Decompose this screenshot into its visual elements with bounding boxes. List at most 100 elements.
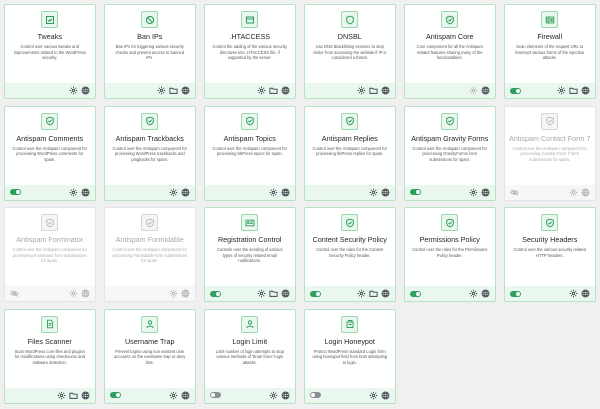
folder-icon[interactable] — [368, 289, 378, 298]
id-card-icon — [241, 214, 259, 231]
module-card[interactable]: Antispam Core Core component for all the … — [404, 4, 496, 99]
gear-icon[interactable] — [69, 188, 78, 197]
globe-icon[interactable] — [581, 289, 590, 298]
folder-icon[interactable] — [368, 86, 378, 95]
module-card[interactable]: Login Limit Limit number of login attempt… — [204, 308, 296, 404]
module-card[interactable]: Antispam Contact Form 7 Control over the … — [504, 105, 596, 201]
globe-icon[interactable] — [81, 391, 90, 400]
gear-icon[interactable] — [357, 86, 366, 95]
module-toggle[interactable] — [110, 392, 121, 398]
gear-icon[interactable] — [169, 391, 178, 400]
globe-icon[interactable] — [481, 289, 490, 298]
module-toggle[interactable] — [10, 189, 21, 195]
gear-icon[interactable] — [369, 391, 378, 400]
module-description: Limit number of login attempts to stop v… — [215, 348, 284, 365]
module-card[interactable]: .HTACCESS Control the adding of the vario… — [204, 4, 296, 99]
gear-icon[interactable] — [69, 86, 78, 95]
globe-icon[interactable] — [281, 188, 290, 197]
module-card[interactable]: Antispam Forminator Control over the Anti… — [4, 207, 96, 302]
folder-icon[interactable] — [268, 86, 278, 95]
module-description: Control over various tweaks and improvem… — [13, 44, 86, 61]
module-card[interactable]: DNSBL Use DNS Blacklisting services to st… — [304, 4, 396, 99]
module-card-body: Antispam Contact Form 7 Control over the … — [505, 107, 595, 185]
gear-icon[interactable] — [569, 289, 578, 298]
module-card[interactable]: Tweaks Control over various tweaks and im… — [4, 4, 96, 99]
module-toggle[interactable] — [410, 290, 421, 297]
module-card[interactable]: Username Trap Prevent logins using non ex… — [104, 308, 196, 404]
globe-icon[interactable] — [81, 289, 90, 298]
folder-icon[interactable] — [68, 391, 78, 400]
module-card[interactable]: Antispam Topics Control over the Antispam… — [204, 105, 296, 201]
module-footer — [105, 184, 195, 200]
gear-icon[interactable] — [57, 391, 66, 400]
gear-icon[interactable] — [257, 289, 266, 298]
gear-icon[interactable] — [469, 289, 478, 298]
globe-icon[interactable] — [381, 188, 390, 197]
module-card[interactable]: Files Scanner Scan WordPress core files a… — [4, 308, 96, 404]
module-toggle[interactable] — [310, 392, 321, 398]
gear-icon[interactable] — [269, 188, 278, 197]
module-footer — [205, 83, 295, 98]
module-toggle[interactable] — [510, 87, 521, 94]
module-title: Antispam Gravity Forms — [411, 133, 489, 143]
module-card[interactable]: Antispam Replies Control over the Antispa… — [304, 105, 396, 201]
module-toggle[interactable] — [210, 290, 221, 297]
module-title: Login Honeypot — [324, 336, 375, 346]
module-toggle[interactable] — [310, 290, 321, 297]
globe-icon[interactable] — [581, 86, 590, 95]
module-card[interactable]: Content Security Policy Control over the … — [304, 207, 396, 302]
globe-icon[interactable] — [381, 289, 390, 298]
folder-icon[interactable] — [268, 289, 278, 298]
gear-icon[interactable] — [557, 86, 566, 95]
gear-icon[interactable] — [569, 188, 578, 197]
globe-icon[interactable] — [281, 86, 290, 95]
globe-icon[interactable] — [281, 391, 290, 400]
module-footer — [505, 83, 595, 98]
module-toggle[interactable] — [510, 290, 521, 297]
gear-icon[interactable] — [269, 391, 278, 400]
gear-icon[interactable] — [357, 289, 366, 298]
module-footer — [305, 184, 395, 200]
gear-icon[interactable] — [69, 289, 78, 298]
module-footer — [105, 387, 195, 403]
gear-icon[interactable] — [469, 86, 478, 95]
module-card[interactable]: Ban IPs Ban IPs for triggering various se… — [104, 4, 196, 99]
globe-icon[interactable] — [81, 86, 90, 95]
module-card[interactable]: Firewall Scan elements of the request URL… — [504, 4, 596, 99]
gear-icon[interactable] — [157, 86, 166, 95]
globe-icon[interactable] — [81, 188, 90, 197]
globe-icon[interactable] — [181, 86, 190, 95]
globe-icon[interactable] — [481, 188, 490, 197]
globe-icon[interactable] — [181, 391, 190, 400]
module-card-body: Username Trap Prevent logins using non ex… — [105, 310, 195, 388]
gear-icon[interactable] — [169, 188, 178, 197]
module-toggle[interactable] — [410, 189, 421, 195]
module-toggle[interactable] — [210, 392, 221, 398]
gear-icon[interactable] — [257, 86, 266, 95]
shield-check-icon — [541, 214, 559, 231]
gear-icon[interactable] — [369, 188, 378, 197]
module-card[interactable]: Login Honeypot Protect WordPress standard… — [304, 308, 396, 404]
globe-icon[interactable] — [181, 188, 190, 197]
globe-icon[interactable] — [481, 86, 490, 95]
module-card[interactable]: Antispam Comments Control over the Antisp… — [4, 105, 96, 201]
shield-check-icon — [341, 112, 359, 130]
module-card-body: Security Headers Control over the various… — [505, 208, 595, 286]
globe-icon[interactable] — [181, 289, 190, 298]
module-footer — [505, 184, 595, 200]
module-card[interactable]: Antispam Gravity Forms Control over the A… — [404, 105, 496, 201]
module-card[interactable]: Antispam Formidable Control over the Anti… — [104, 207, 196, 302]
globe-icon[interactable] — [381, 86, 390, 95]
globe-icon[interactable] — [381, 391, 390, 400]
module-card[interactable]: Security Headers Control over the various… — [504, 207, 596, 302]
globe-icon[interactable] — [281, 289, 290, 298]
module-card[interactable]: Permissions Policy Control over the rules… — [404, 207, 496, 302]
gear-icon[interactable] — [469, 188, 478, 197]
globe-icon[interactable] — [581, 188, 590, 197]
module-card[interactable]: Registration Control Controls over the se… — [204, 207, 296, 302]
folder-icon[interactable] — [168, 86, 178, 95]
shield-check-icon — [41, 214, 59, 231]
module-card[interactable]: Antispam Trackbacks Control over the Anti… — [104, 105, 196, 201]
folder-icon[interactable] — [568, 86, 578, 95]
gear-icon[interactable] — [169, 289, 178, 298]
